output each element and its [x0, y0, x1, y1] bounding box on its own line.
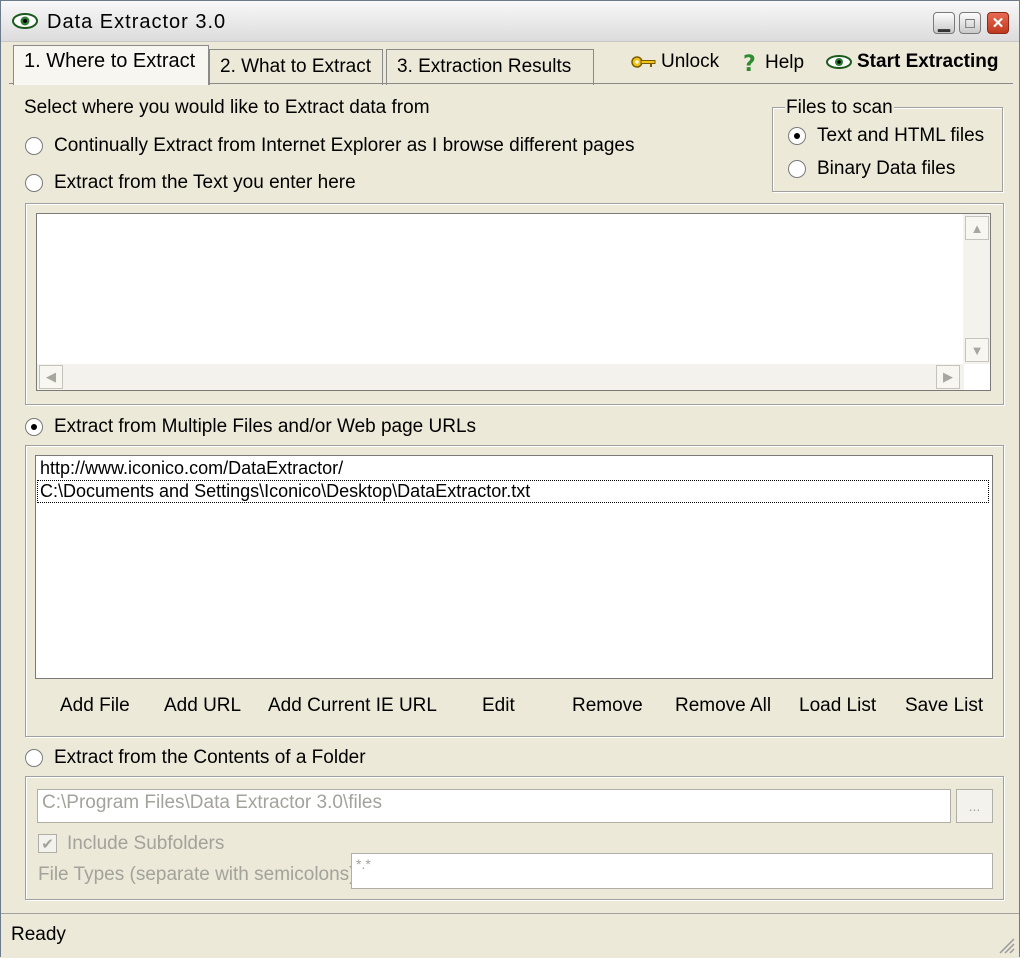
- start-extracting-button[interactable]: Start Extracting: [825, 51, 998, 73]
- key-icon: [631, 56, 656, 68]
- app-window: Data Extractor 3.0 ▁ □ ✕ 1. Where to Ext…: [0, 0, 1020, 958]
- close-icon: ✕: [991, 15, 1005, 32]
- checkmark-icon: ✔: [41, 835, 54, 853]
- unlock-label: Unlock: [661, 51, 720, 72]
- radio-binary-label[interactable]: Binary Data files: [817, 158, 955, 180]
- include-subfolders-checkbox[interactable]: ✔: [38, 834, 57, 853]
- remove-all-button[interactable]: Remove All: [675, 695, 771, 717]
- list-item-selected[interactable]: C:\Documents and Settings\Iconico\Deskto…: [37, 480, 989, 503]
- start-extracting-label: Start Extracting: [857, 51, 999, 72]
- radio-extract-ie-label[interactable]: Continually Extract from Internet Explor…: [54, 135, 634, 157]
- scroll-up-icon[interactable]: ▲: [965, 216, 989, 240]
- tab-what-to-extract[interactable]: 2. What to Extract: [209, 49, 383, 85]
- tab-where-to-extract[interactable]: 1. Where to Extract: [13, 45, 209, 85]
- svg-text:?: ?: [743, 52, 756, 75]
- include-subfolders-label: Include Subfolders: [67, 833, 225, 854]
- tab-label: 2. What to Extract: [220, 56, 371, 77]
- file-types-label: File Types (separate with semicolons): [38, 864, 356, 885]
- tab-extraction-results[interactable]: 3. Extraction Results: [386, 49, 594, 85]
- list-item[interactable]: http://www.iconico.com/DataExtractor/: [40, 458, 343, 479]
- unlock-button[interactable]: Unlock: [631, 51, 719, 73]
- maximize-icon: □: [965, 14, 975, 32]
- scroll-down-icon[interactable]: ▼: [965, 338, 989, 362]
- text-entry-area[interactable]: ▲ ▼ ◀ ▶: [36, 213, 991, 391]
- save-list-button[interactable]: Save List: [905, 695, 983, 717]
- add-file-button[interactable]: Add File: [60, 695, 130, 717]
- window-title: Data Extractor 3.0: [47, 11, 227, 33]
- add-current-ie-url-button[interactable]: Add Current IE URL: [268, 695, 437, 717]
- edit-button[interactable]: Edit: [482, 695, 515, 717]
- vertical-scrollbar[interactable]: ▲ ▼: [963, 214, 990, 364]
- load-list-button[interactable]: Load List: [799, 695, 876, 717]
- maximize-button[interactable]: □: [959, 12, 981, 34]
- radio-extract-folder[interactable]: [25, 749, 43, 767]
- radio-binary-files[interactable]: [788, 160, 806, 178]
- minimize-icon: ▁: [938, 15, 950, 32]
- close-button[interactable]: ✕: [987, 12, 1009, 34]
- eye-icon: [826, 55, 852, 69]
- tab-label: 1. Where to Extract: [24, 50, 196, 72]
- folder-path-input[interactable]: C:\Program Files\Data Extractor 3.0\file…: [37, 789, 951, 823]
- radio-text-html-label[interactable]: Text and HTML files: [817, 125, 984, 147]
- horizontal-scrollbar[interactable]: ◀ ▶: [37, 364, 964, 390]
- source-heading: Select where you would like to Extract d…: [24, 97, 430, 118]
- radio-extract-text[interactable]: [25, 174, 43, 192]
- radio-extract-multiple[interactable]: [25, 418, 43, 436]
- add-url-button[interactable]: Add URL: [164, 695, 241, 717]
- question-icon: ?: [743, 52, 756, 75]
- status-text: Ready: [11, 924, 66, 945]
- file-types-input[interactable]: *.*: [351, 853, 993, 889]
- minimize-button[interactable]: ▁: [933, 12, 955, 34]
- scroll-right-icon[interactable]: ▶: [936, 365, 960, 389]
- browse-folder-button[interactable]: ...: [956, 789, 993, 823]
- resize-grip-icon[interactable]: [995, 934, 1015, 954]
- radio-extract-ie[interactable]: [25, 137, 43, 155]
- tab-label: 3. Extraction Results: [397, 56, 572, 77]
- title-bar[interactable]: Data Extractor 3.0 ▁ □ ✕: [1, 1, 1019, 42]
- radio-extract-text-label[interactable]: Extract from the Text you enter here: [54, 172, 356, 194]
- scroll-left-icon[interactable]: ◀: [39, 365, 63, 389]
- eye-icon: [12, 13, 38, 29]
- help-button[interactable]: ? Help: [741, 51, 804, 75]
- status-bar: Ready: [1, 913, 1019, 958]
- url-list[interactable]: http://www.iconico.com/DataExtractor/ C:…: [35, 455, 993, 679]
- radio-extract-folder-label[interactable]: Extract from the Contents of a Folder: [54, 747, 366, 769]
- remove-button[interactable]: Remove: [572, 695, 643, 717]
- help-label: Help: [765, 52, 805, 73]
- files-to-scan-legend: Files to scan: [785, 97, 894, 119]
- radio-text-html-files[interactable]: [788, 127, 806, 145]
- radio-extract-multiple-label[interactable]: Extract from Multiple Files and/or Web p…: [54, 416, 476, 438]
